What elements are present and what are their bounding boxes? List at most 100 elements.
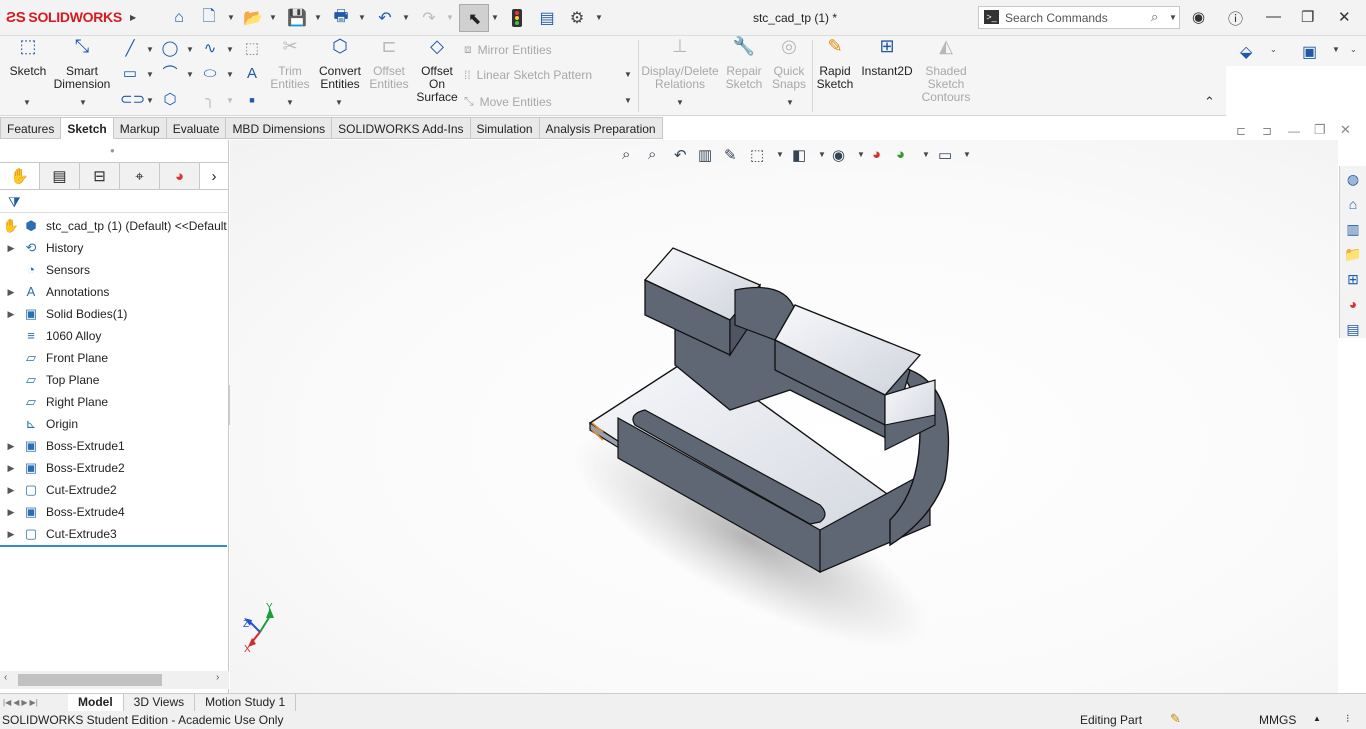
user-account-icon[interactable]: ◉ xyxy=(1192,8,1205,26)
design-library-icon[interactable]: ▥ xyxy=(1341,217,1365,241)
more-tools-icon[interactable]: ⌄ xyxy=(1350,45,1357,54)
tree-item[interactable]: ▱ Front Plane xyxy=(0,347,229,369)
scrollbar-thumb[interactable] xyxy=(18,674,162,686)
line-dropdown-icon[interactable]: ▼ xyxy=(146,45,154,54)
tab-simulation[interactable]: Simulation xyxy=(470,117,540,139)
tree-item[interactable]: ▶ A Annotations xyxy=(0,281,229,303)
tile-right-icon[interactable]: ⊐ xyxy=(1262,124,1272,138)
tree-root-part[interactable]: ✋ ⬢ stc_cad_tp (1) (Default) <<Default xyxy=(0,215,229,237)
text-icon[interactable]: A xyxy=(242,65,262,83)
quick-snaps-dropdown-icon[interactable]: ▼ xyxy=(786,98,794,107)
circle-icon[interactable]: ◯ xyxy=(160,40,180,58)
panel-grip[interactable]: ● xyxy=(110,146,115,155)
polygon-icon[interactable]: ⬡ xyxy=(160,91,180,109)
open-dropdown-icon[interactable]: ▼ xyxy=(269,13,277,22)
undo-dropdown-icon[interactable]: ▼ xyxy=(402,13,410,22)
ellipse-icon[interactable]: ⬭ xyxy=(200,65,220,83)
property-manager-tab-icon[interactable]: ▤ xyxy=(40,162,80,190)
instant2d-button[interactable]: ⊞ Instant2D xyxy=(860,37,914,78)
tree-item[interactable]: ▶ ▣ Solid Bodies(1) xyxy=(0,303,229,325)
smart-dimension-dropdown-icon[interactable]: ▼ xyxy=(79,98,87,107)
expand-arrow-icon[interactable]: ▶ xyxy=(0,485,22,496)
logo-menu-arrow[interactable]: ▶ xyxy=(130,13,136,22)
rectangle-dropdown-icon[interactable]: ▼ xyxy=(146,70,154,79)
save-dropdown-icon[interactable]: ▼ xyxy=(314,13,322,22)
new-document-icon[interactable]: 🗋 xyxy=(198,8,220,28)
file-explorer-icon[interactable]: 📁 xyxy=(1341,242,1365,266)
circle-dropdown-icon[interactable]: ▼ xyxy=(186,45,194,54)
rebuild-status-icon[interactable]: ✎ xyxy=(1170,711,1181,727)
tab-mbd-dimensions[interactable]: MBD Dimensions xyxy=(226,117,333,139)
arc-icon[interactable]: ⌒ xyxy=(160,65,180,83)
expand-arrow-icon[interactable]: ▶ xyxy=(0,441,22,452)
mirror-entities-button[interactable]: ⧈ Mirror Entities xyxy=(464,42,552,57)
slot-icon[interactable]: ⊂⊃ xyxy=(120,91,145,109)
help-icon[interactable]: ⓘ xyxy=(1228,8,1243,29)
viewport-restore-icon[interactable]: ❐ xyxy=(1314,122,1326,138)
rectangle-icon[interactable]: ▭ xyxy=(120,65,140,83)
trim-dropdown-icon[interactable]: ▼ xyxy=(286,98,294,107)
view-settings-dropdown-icon[interactable]: ▼ xyxy=(1332,45,1340,54)
tab-markup[interactable]: Markup xyxy=(113,117,167,139)
shaded-sketch-contours-button[interactable]: ◭ Shaded Sketch Contours xyxy=(918,37,974,104)
expand-arrow-icon[interactable]: ▶ xyxy=(0,243,22,254)
spline-icon[interactable]: ∿ xyxy=(200,40,220,58)
search-commands-input[interactable]: >_ Search Commands ⌕ xyxy=(978,6,1180,29)
feature-manager-tab-icon[interactable]: ✋ xyxy=(0,162,40,190)
ellipse-dropdown-icon[interactable]: ▼ xyxy=(226,70,234,79)
linear-sketch-pattern-button[interactable]: ⁞⁞ Linear Sketch Pattern xyxy=(464,68,592,82)
new-dropdown-icon[interactable]: ▼ xyxy=(227,13,235,22)
relations-dropdown-icon[interactable]: ▼ xyxy=(676,98,684,107)
tab-motion-study-1[interactable]: Motion Study 1 xyxy=(195,694,297,711)
file-properties-icon[interactable]: ▤ xyxy=(536,8,558,28)
print-dropdown-icon[interactable]: ▼ xyxy=(358,13,366,22)
viewport-minimize-icon[interactable]: — xyxy=(1288,124,1300,138)
point-icon[interactable]: ■ xyxy=(242,91,262,109)
configuration-manager-tab-icon[interactable]: ⊟ xyxy=(80,162,120,190)
expand-arrow-icon[interactable]: ▶ xyxy=(0,309,22,320)
solidworks-logo[interactable]: ƧS SOLIDWORKS xyxy=(6,9,122,26)
tab-analysis-preparation[interactable]: Analysis Preparation xyxy=(539,117,663,139)
tab-sketch[interactable]: Sketch xyxy=(61,117,114,139)
construction-geometry-icon[interactable]: ⬚ xyxy=(242,40,262,58)
tree-item[interactable]: ▱ Top Plane xyxy=(0,369,229,391)
tree-item[interactable]: ▶ ▣ Boss-Extrude4 xyxy=(0,501,229,523)
options-dropdown-icon[interactable]: ▼ xyxy=(595,13,603,22)
pattern-dropdown-icon[interactable]: ▼ xyxy=(624,70,632,79)
select-dropdown-icon[interactable]: ▼ xyxy=(491,13,499,22)
last-tab-icon[interactable]: ▶| xyxy=(30,698,38,707)
close-icon[interactable]: ✕ xyxy=(1338,8,1351,26)
offset-entities-button[interactable]: ⊏ Offset Entities xyxy=(366,37,412,91)
display-delete-relations-button[interactable]: ⊥ Display/Delete Relations xyxy=(640,37,720,91)
view-settings-icon[interactable]: ▣ xyxy=(1302,42,1317,62)
offset-on-surface-button[interactable]: ◇ Offset On Surface xyxy=(414,37,460,104)
redo-dropdown-icon[interactable]: ▼ xyxy=(446,13,454,22)
expand-arrow-icon[interactable]: ▶ xyxy=(0,463,22,474)
trim-entities-button[interactable]: ✂ Trim Entities xyxy=(268,37,312,91)
horizontal-scrollbar[interactable]: ‹ › xyxy=(0,671,229,689)
expand-arrow-icon[interactable]: ▶ xyxy=(0,287,22,298)
home-pane-icon[interactable]: ⌂ xyxy=(1341,192,1365,216)
tree-item[interactable]: ◔ Sensors xyxy=(0,259,229,281)
print-icon[interactable]: 🖶 xyxy=(330,8,352,28)
line-icon[interactable]: ╱ xyxy=(120,40,140,58)
sketch-dropdown-icon[interactable]: ▼ xyxy=(23,98,31,107)
quick-snaps-button[interactable]: ◎ Quick Snaps xyxy=(768,37,810,91)
repair-sketch-button[interactable]: 🔧 Repair Sketch xyxy=(722,37,766,91)
tree-item[interactable]: ⊾ Origin xyxy=(0,413,229,435)
appearance-icon[interactable]: ⬙ xyxy=(1240,42,1252,62)
smart-dimension-button[interactable]: ⤡ Smart Dimension xyxy=(52,37,112,91)
display-manager-tab-icon[interactable]: ◕ xyxy=(160,162,200,190)
tree-item[interactable]: ▶ ▢ Cut-Extrude2 xyxy=(0,479,229,501)
panel-tabs-next-icon[interactable]: › xyxy=(200,162,228,190)
customize-status-bar-icon[interactable]: ⁝ xyxy=(1346,712,1350,725)
expand-arrow-icon[interactable]: ▶ xyxy=(0,507,22,518)
next-tab-icon[interactable]: ▶ xyxy=(21,698,27,707)
search-icon[interactable]: ⌕ xyxy=(1151,9,1158,25)
tree-item[interactable]: ▱ Right Plane xyxy=(0,391,229,413)
tree-item[interactable]: ≡ 1060 Alloy xyxy=(0,325,229,347)
view-palette-icon[interactable]: ⊞ xyxy=(1341,267,1365,291)
expand-arrow-icon[interactable]: ▶ xyxy=(0,529,22,540)
dimxpert-manager-tab-icon[interactable]: ⌖ xyxy=(120,162,160,190)
home-icon[interactable]: ⌂ xyxy=(168,8,190,28)
